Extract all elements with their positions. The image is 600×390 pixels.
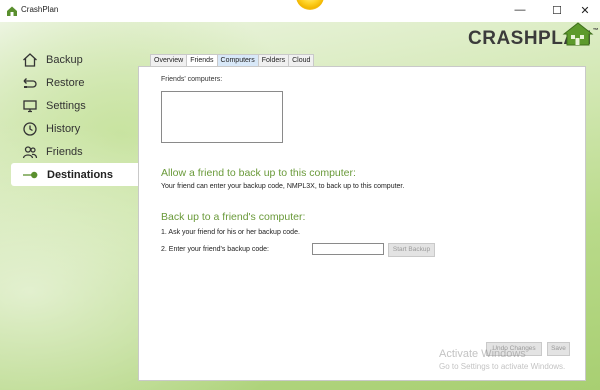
sidebar-item-label: Backup [46,53,83,66]
clock-icon [22,121,38,137]
step-1-text: 1. Ask your friend for his or her backup… [161,229,300,236]
start-backup-button[interactable]: Start Backup [388,243,435,257]
window-title: CrashPlan [21,5,59,14]
backup-code-input[interactable] [312,243,384,255]
app-icon [7,6,17,16]
sidebar-item-history[interactable]: History [10,117,138,140]
sidebar-item-label: History [46,122,81,135]
step-2-text: 2. Enter your friend's backup code: [161,246,269,253]
house-icon [22,52,38,68]
restore-icon [22,75,38,91]
sun-icon [296,0,324,10]
sidebar-item-label: Restore [46,76,85,89]
title-bar: CrashPlan — ☐ ✕ [0,0,600,23]
sidebar-item-friends[interactable]: Friends [10,140,138,163]
backup-to-friend-heading: Back up to a friend's computer: [161,211,306,223]
friends-computers-label: Friends' computers: [161,76,223,83]
friends-icon [22,144,38,160]
friends-computers-list[interactable] [161,91,283,143]
sidebar-nav: Backup Restore Settings History Friends [10,48,141,186]
monitor-icon [22,98,38,114]
activate-windows-title: Activate Windows [439,348,526,360]
sidebar-item-restore[interactable]: Restore [10,71,138,94]
close-button[interactable]: ✕ [575,2,595,18]
activate-windows-subtitle: Go to Settings to activate Windows. [439,362,566,371]
sidebar-item-label: Settings [46,99,86,112]
destinations-icon [23,167,39,183]
crashplan-window: CrashPlan — ☐ ✕ CRASHPLAN™ Backup Restor… [0,0,600,390]
allow-friend-heading: Allow a friend to back up to this comput… [161,167,356,179]
sidebar-item-label: Friends [46,145,83,158]
sidebar-item-label: Destinations [47,168,114,181]
allow-friend-text: Your friend can enter your backup code, … [161,183,405,190]
sidebar-item-settings[interactable]: Settings [10,94,138,117]
minimize-button[interactable]: — [510,2,530,18]
maximize-button[interactable]: ☐ [547,2,567,18]
sidebar-item-destinations[interactable]: Destinations [11,163,141,186]
save-button[interactable]: Save [547,342,570,356]
logo-house-icon [562,22,594,46]
sidebar-item-backup[interactable]: Backup [10,48,138,71]
